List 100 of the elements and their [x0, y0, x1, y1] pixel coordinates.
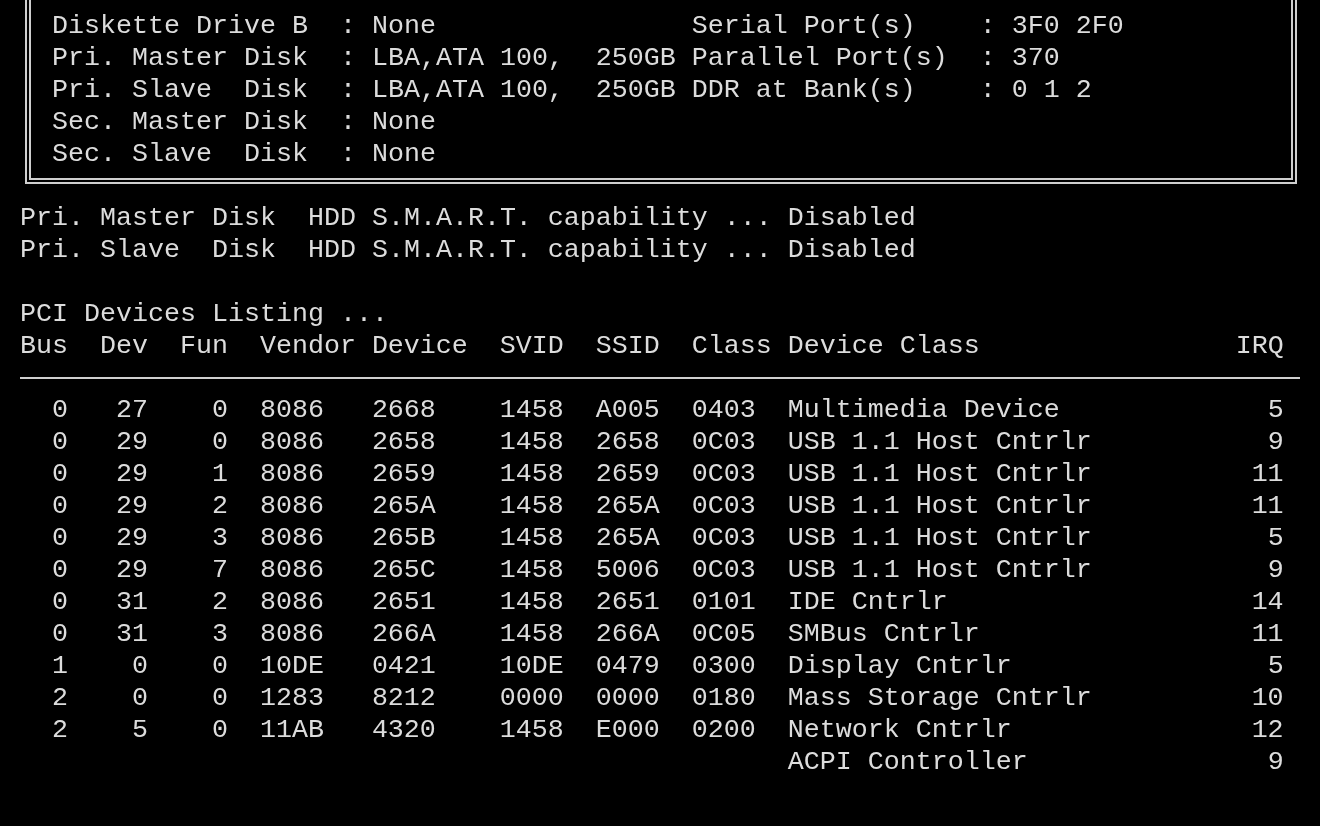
table-cell-text: 11 [1250, 618, 1284, 650]
port-value: : 370 [979, 42, 1060, 74]
table-cell-text: USB 1.1 Host Cntrlr [787, 426, 1093, 458]
table-cell-text: 8086 [258, 586, 325, 618]
table-cell-text: 0C03 [691, 522, 757, 554]
table-cell-text: 29 [114, 458, 148, 490]
irq-header: IRQ [1235, 330, 1284, 362]
disk-label: Pri. Master Disk [20, 202, 277, 234]
ssid-header: SSID [595, 330, 661, 362]
table-cell-text: 0C03 [691, 426, 757, 458]
drive-label: Pri. Master Disk [52, 42, 309, 74]
table-cell-text: 0 [210, 714, 228, 746]
table-cell-text: 0 [210, 650, 228, 682]
smart-status: Disabled [787, 234, 916, 266]
table-cell-text: USB 1.1 Host Cntrlr [787, 458, 1093, 490]
table-cell-text: 2659 [371, 458, 437, 490]
drive-label: Sec. Slave Disk [52, 138, 309, 170]
table-cell-text: 0 [51, 394, 68, 426]
table-cell-text: USB 1.1 Host Cntrlr [787, 522, 1093, 554]
table-cell-text: Mass Storage Cntrlr [787, 682, 1093, 714]
port-label: Parallel Port(s) [691, 42, 949, 74]
drive-label: Diskette Drive B [52, 10, 309, 42]
table-cell-text: 0 [51, 458, 68, 490]
port-label: Serial Port(s) [691, 10, 917, 42]
table-cell-text: 265A [595, 490, 661, 522]
table-cell-text: 1458 [499, 714, 565, 746]
table-cell-text: 2658 [595, 426, 661, 458]
table-cell-text: 0 [51, 490, 68, 522]
table-cell-text: 0 [210, 426, 228, 458]
table-cell-text: 29 [114, 522, 148, 554]
table-cell-text: ACPI Controller [787, 746, 1029, 778]
table-cell-text: 8086 [258, 426, 325, 458]
device-header: Device [371, 330, 469, 362]
table-cell-text: 0 [51, 586, 68, 618]
table-cell-text: 3 [210, 522, 228, 554]
port-label: DDR at Bank(s) [691, 74, 917, 106]
table-cell-text: 0 [130, 650, 148, 682]
table-cell-text: 0101 [691, 586, 757, 618]
table-cell-text: 31 [114, 586, 148, 618]
table-cell-text: 12 [1250, 714, 1284, 746]
table-cell-text: 1458 [499, 426, 565, 458]
class-header: Class [691, 330, 773, 362]
table-cell-text: 1458 [499, 394, 565, 426]
table-cell-text: 29 [114, 554, 148, 586]
table-cell-text: 0 [51, 426, 68, 458]
drive-value: : None [339, 138, 437, 170]
table-cell-text: 2 [51, 682, 68, 714]
table-cell-text: 0200 [691, 714, 757, 746]
table-cell-text: 0 [210, 682, 228, 714]
table-cell-text: 1283 [258, 682, 325, 714]
table-cell-text: Network Cntrlr [787, 714, 1013, 746]
table-cell-text: 8086 [258, 490, 325, 522]
disk-label: Pri. Slave Disk [20, 234, 277, 266]
table-cell-text: 0 [210, 394, 228, 426]
table-cell-text: 265A [595, 522, 661, 554]
table-cell-text: 2 [210, 490, 228, 522]
table-cell-text: 9 [1266, 746, 1284, 778]
table-cell-text: 2651 [595, 586, 661, 618]
table-cell-text: 0300 [691, 650, 757, 682]
table-cell-text: 0C03 [691, 490, 757, 522]
table-cell-text: 2668 [371, 394, 437, 426]
table-cell-text: 5 [1266, 650, 1284, 682]
smart-status: Disabled [787, 202, 916, 234]
table-cell-text: 266A [371, 618, 437, 650]
port-value: : 3F0 2F0 [979, 10, 1124, 42]
table-cell-text: 11AB [258, 714, 325, 746]
table-cell-text: 265C [371, 554, 437, 586]
table-cell-text: 2659 [595, 458, 661, 490]
drive-label: Sec. Master Disk [52, 106, 309, 138]
table-cell-text: 265A [371, 490, 437, 522]
table-cell-text: 1458 [499, 522, 565, 554]
table-cell-text: 1458 [499, 586, 565, 618]
table-cell-text: 0C03 [691, 554, 757, 586]
table-cell-text: 1458 [499, 458, 565, 490]
table-cell-text: 8086 [258, 522, 325, 554]
table-cell-text: 10 [1250, 682, 1284, 714]
table-cell-text: 0421 [371, 650, 437, 682]
svid-header: SVID [499, 330, 565, 362]
table-cell-text: 0C03 [691, 458, 757, 490]
table-cell-text: 9 [1266, 554, 1284, 586]
table-cell-text: 8086 [258, 394, 325, 426]
table-cell-text: 0 [51, 554, 68, 586]
table-cell-text: 5006 [595, 554, 661, 586]
drive-value: : LBA,ATA 100, 250GB [339, 74, 677, 106]
table-cell-text: 2 [51, 714, 68, 746]
port-value: : 0 1 2 [979, 74, 1092, 106]
table-cell-text: 1458 [499, 490, 565, 522]
fun-header: Fun [178, 330, 228, 362]
table-cell-text: IDE Cntrlr [787, 586, 949, 618]
table-cell-text: 9 [1266, 426, 1284, 458]
table-cell-text: Display Cntrlr [787, 650, 1013, 682]
table-cell-text: 4320 [371, 714, 437, 746]
pci-listing-title: PCI Devices Listing ... [20, 298, 388, 330]
table-cell-text: 8086 [258, 618, 325, 650]
table-cell-text: 5 [1266, 522, 1284, 554]
table-cell-text: 0 [51, 618, 68, 650]
table-cell-text: USB 1.1 Host Cntrlr [787, 554, 1093, 586]
table-cell-text: 5 [130, 714, 148, 746]
drive-value: : None [339, 10, 437, 42]
table-cell-text: 8086 [258, 458, 325, 490]
